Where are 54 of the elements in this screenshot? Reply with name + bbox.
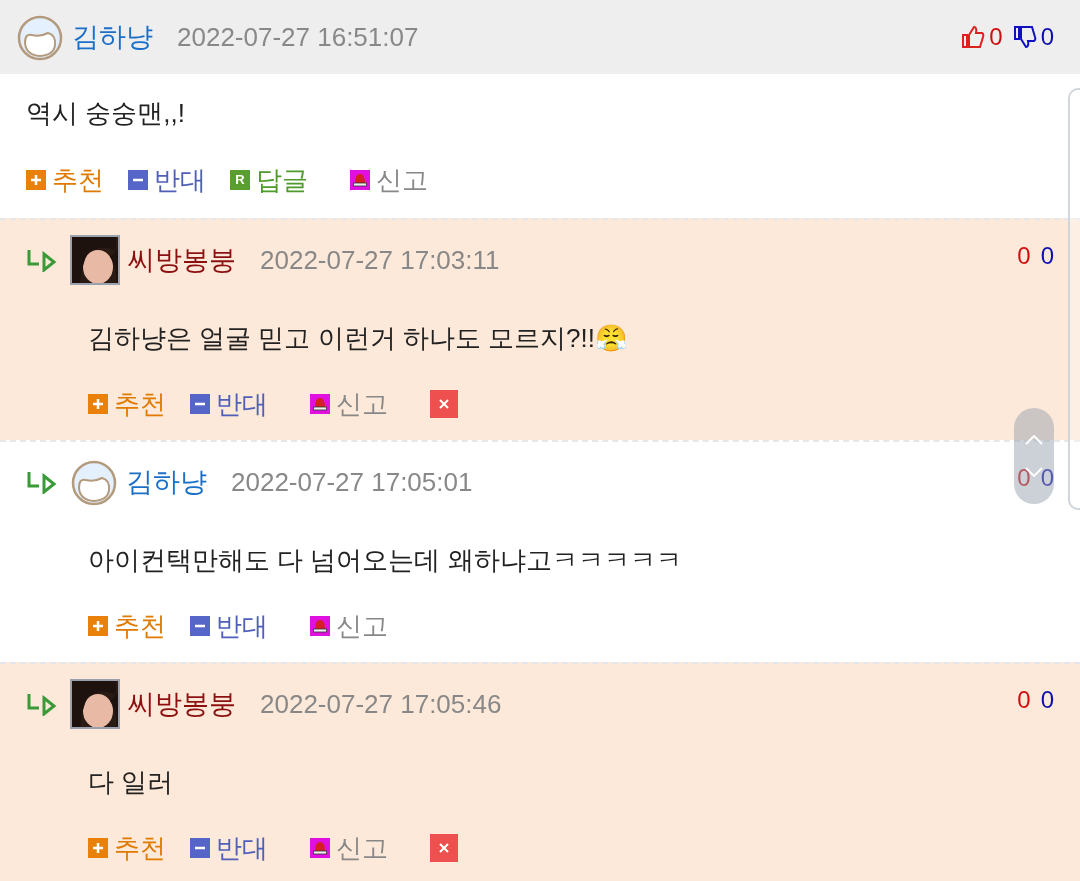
action-link[interactable]: 신고 [310,828,388,868]
minus-icon [190,616,210,636]
author-name[interactable]: 김하냥 [126,461,207,503]
action-link[interactable]: R 답글 [230,160,308,200]
action-link[interactable]: 반대 [190,606,268,646]
dislike-count: 0 [1040,241,1054,271]
action-link[interactable]: 추천 [88,828,166,868]
like-count: 0 [1017,685,1031,715]
comment-text: 역시 숭숭맨,,! [26,96,185,130]
minus-icon [190,394,210,414]
delete-button[interactable] [430,390,458,418]
siren-icon [310,394,330,414]
comment-date: 2022-07-27 17:03:11 [260,243,500,277]
minus-icon [128,170,148,190]
author-name[interactable]: 씨방봉붕 [128,239,236,281]
plus-icon [88,394,108,414]
siren-icon [310,838,330,858]
action-link[interactable]: 반대 [128,160,206,200]
comment-text: 김하냥은 얼굴 믿고 이런거 하나도 모르지?!!😤 [88,321,628,355]
like-count: 0 [989,22,1003,52]
thumbs-up-icon [961,25,986,49]
plus-icon [88,838,108,858]
siren-icon [310,616,330,636]
action-link[interactable]: 반대 [190,384,268,424]
author-name[interactable]: 씨방봉붕 [128,683,236,725]
reply-arrow-icon [26,470,58,494]
like-count: 0 [1017,241,1031,271]
like-count: 0 [1017,463,1031,493]
action-link[interactable]: 추천 [88,384,166,424]
comment-text: 다 일러 [88,765,174,799]
comment-text: 아이컨택만해도 다 넘어오는데 왜하냐고ㅋㅋㅋㅋㅋ [88,543,682,577]
comment-date: 2022-07-27 17:05:01 [231,465,473,499]
action-link[interactable]: 신고 [310,384,388,424]
thumbs-down-icon [1012,25,1037,49]
action-link[interactable]: 반대 [190,828,268,868]
reply-arrow-icon [26,248,58,272]
dislike-count: 0 [1040,685,1054,715]
plus-icon [26,170,46,190]
plus-icon [88,616,108,636]
dislike-count: 0 [1040,463,1054,493]
dislike-count: 0 [1040,22,1054,52]
reply-badge: R [230,170,250,190]
siren-icon [350,170,370,190]
action-link[interactable]: 신고 [310,606,388,646]
minus-icon [190,838,210,858]
delete-button[interactable] [430,834,458,862]
action-link[interactable]: 추천 [88,606,166,646]
scroll-button[interactable] [1014,408,1054,504]
reply-arrow-icon [26,692,58,716]
action-link[interactable]: 추천 [26,160,104,200]
action-link[interactable]: 신고 [350,160,428,200]
comment-date: 2022-07-27 16:51:07 [177,20,419,54]
author-name[interactable]: 김하냥 [72,16,153,58]
comment-date: 2022-07-27 17:05:46 [260,687,502,721]
